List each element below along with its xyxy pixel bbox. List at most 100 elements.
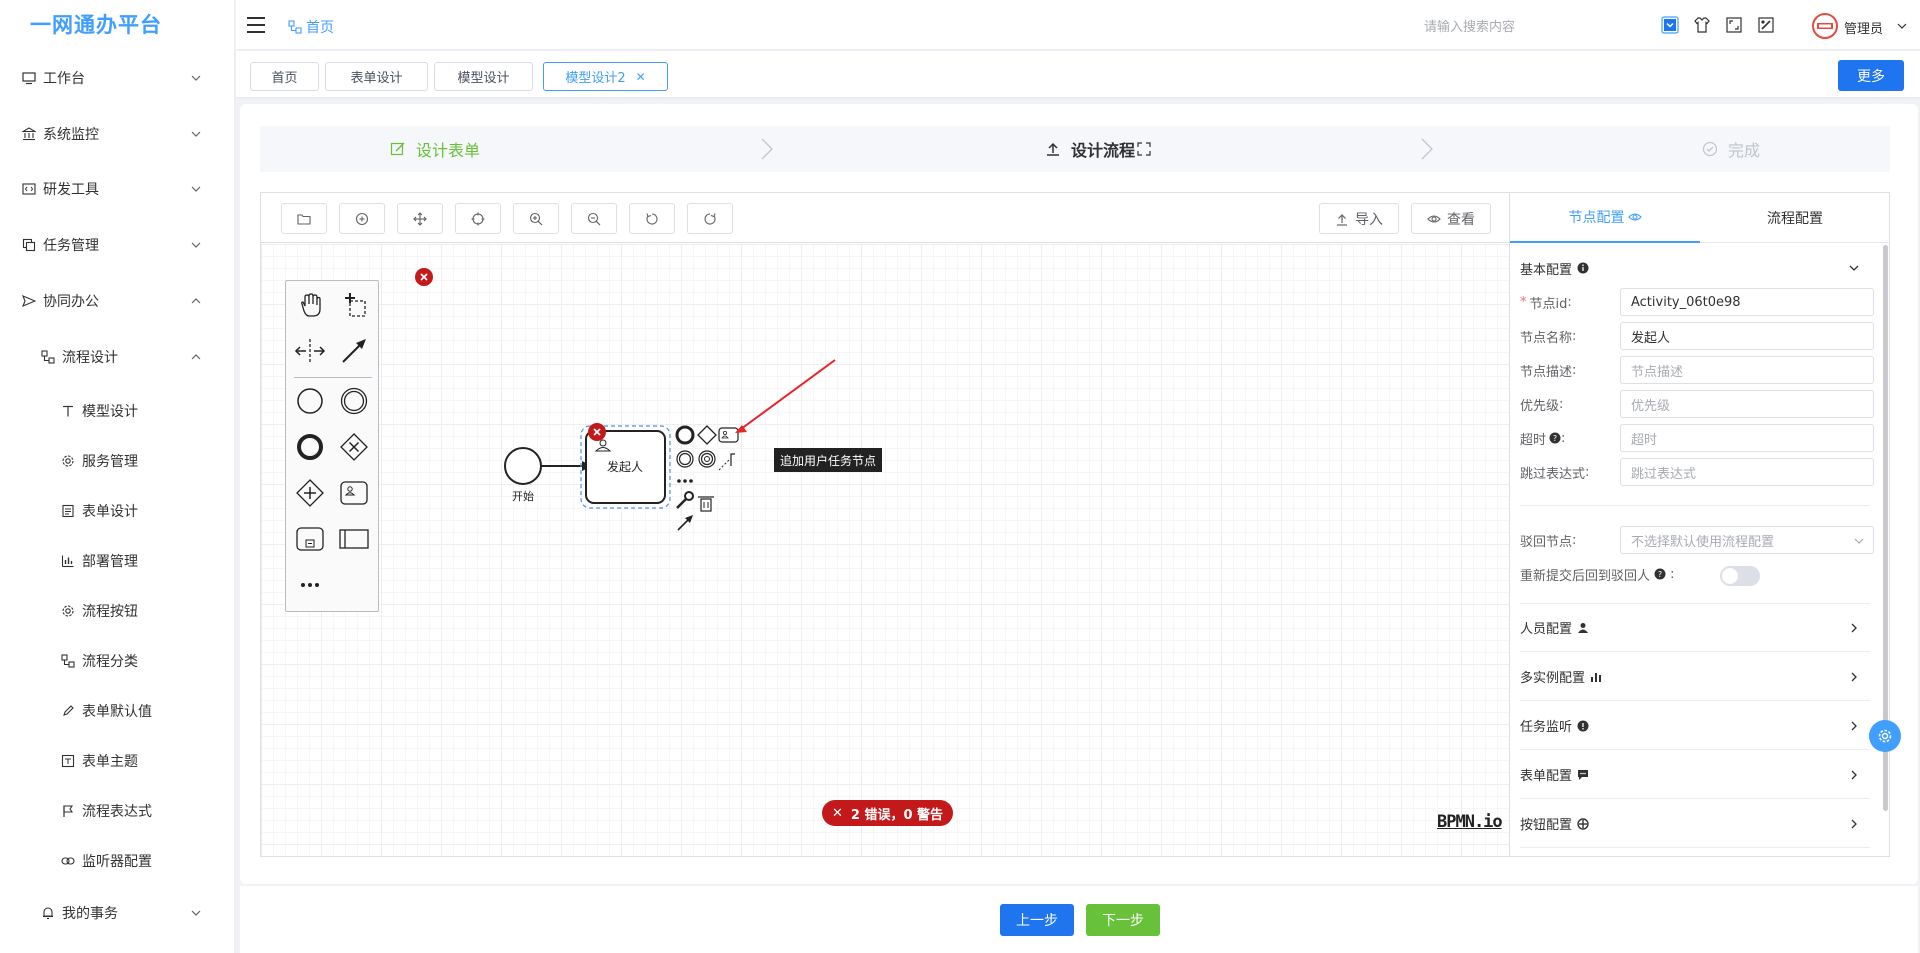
sidebar-item-devtools[interactable]: 研发工具	[0, 177, 234, 201]
fit-viewport-button[interactable]	[455, 203, 501, 234]
dropdown-box-icon[interactable]	[1661, 16, 1679, 34]
sidebar-item-service[interactable]: 服务管理	[0, 449, 234, 473]
step-design-form[interactable]: 设计表单	[390, 126, 480, 172]
search-input[interactable]: 请输入搜索内容	[1424, 16, 1515, 35]
append-intermediate-event-icon[interactable]	[676, 450, 694, 468]
section-form-config[interactable]: 表单配置	[1520, 751, 1870, 799]
bpmn-io-logo[interactable]: BPMN.io	[1437, 812, 1503, 832]
close-icon[interactable]: ✕	[636, 70, 646, 84]
settings-float-button[interactable]	[1869, 720, 1901, 752]
avatar[interactable]	[1812, 13, 1838, 39]
section-task-listener[interactable]: 任务监听	[1520, 702, 1870, 750]
tag-model-design[interactable]: 模型设计	[434, 62, 533, 91]
shirt-icon[interactable]	[1693, 16, 1711, 34]
section-multi-instance[interactable]: 多实例配置	[1520, 653, 1870, 701]
connect-icon[interactable]	[677, 515, 693, 531]
sidebar-item-my-affairs[interactable]: 我的事务	[0, 901, 234, 925]
zoom-in-button[interactable]	[513, 203, 559, 234]
trash-icon[interactable]	[698, 496, 714, 512]
priority-input[interactable]: 优先级	[1620, 390, 1874, 418]
size-tool-icon[interactable]	[1757, 16, 1775, 34]
append-end-event-icon[interactable]	[675, 425, 695, 445]
tag-model-design-2[interactable]: 模型设计2 ✕	[543, 62, 668, 91]
field-label: 重新提交后回到驳回人? :	[1520, 566, 1675, 584]
sidebar-item-label: 流程表达式	[82, 804, 152, 820]
sidebar-item-form-theme[interactable]: 表单主题	[0, 749, 234, 773]
annotation-icon[interactable]	[718, 453, 735, 471]
properties-panel: 节点配置 流程配置 基本配置 * 节点id: Activity_06t0e98 节…	[1510, 192, 1890, 857]
sidebar-item-form-design[interactable]: 表单设计	[0, 499, 234, 523]
append-boundary-event-icon[interactable]	[698, 450, 716, 468]
sidebar-item-flow-category[interactable]: 流程分类	[0, 649, 234, 673]
node-name-input[interactable]: 发起人	[1620, 322, 1874, 350]
redo-button[interactable]	[687, 203, 733, 234]
tab-flow-config[interactable]: 流程配置	[1700, 193, 1890, 243]
skip-expression-input[interactable]: 跳过表达式	[1620, 458, 1874, 486]
sidebar-item-collab[interactable]: 协同办公	[0, 289, 234, 313]
sidebar-item-workbench[interactable]: 工作台	[0, 66, 234, 90]
step-finish[interactable]: 完成	[1702, 126, 1760, 172]
wrench-icon[interactable]	[676, 491, 694, 509]
section-personnel[interactable]: 人员配置	[1520, 604, 1870, 652]
username[interactable]: 管理员	[1844, 18, 1883, 37]
node-id-input[interactable]: Activity_06t0e98	[1620, 288, 1874, 316]
sidebar-item-monitor[interactable]: 系统监控	[0, 122, 234, 146]
reject-node-select[interactable]: 不选择默认使用流程配置	[1620, 526, 1874, 554]
fullscreen-icon[interactable]	[1137, 142, 1151, 156]
question-icon[interactable]: ?	[1654, 568, 1666, 580]
sidebar-item-deploy[interactable]: 部署管理	[0, 549, 234, 573]
section-label: 按钮配置	[1520, 818, 1573, 833]
sidebar-item-model-design[interactable]: 模型设计	[0, 399, 234, 423]
view-button[interactable]: 查看	[1411, 203, 1491, 234]
more-options-icon[interactable]	[677, 479, 693, 483]
tab-node-config[interactable]: 节点配置	[1510, 193, 1700, 243]
bpmn-canvas[interactable]: 开始 发起人 追加用户任务节点 ✕ 2 错误，0 警告 BPMN.io	[261, 244, 1509, 856]
sidebar-item-flow-design[interactable]: 流程设计	[0, 345, 234, 369]
start-event[interactable]	[504, 447, 542, 485]
canvas-error-marker[interactable]	[415, 268, 433, 286]
import-button[interactable]: 导入	[1319, 203, 1399, 234]
tab-label: 流程配置	[1767, 211, 1823, 227]
section-basic[interactable]: 基本配置	[1520, 244, 1870, 292]
tag-form-design[interactable]: 表单设计	[325, 62, 428, 91]
next-step-button[interactable]: 下一步	[1086, 904, 1160, 936]
question-icon[interactable]: ?	[1549, 432, 1561, 444]
sidebar-item-flow-button[interactable]: 流程按钮	[0, 599, 234, 623]
tag-label: 首页	[271, 71, 298, 86]
chevron-down-icon[interactable]	[1896, 20, 1908, 32]
prev-step-button[interactable]: 上一步	[1000, 904, 1074, 936]
panel-tabs: 节点配置 流程配置	[1510, 193, 1890, 243]
move-canvas-button[interactable]	[397, 203, 443, 234]
field-skip-expression: 跳过表达式: 跳过表达式	[1520, 458, 1875, 486]
open-file-button[interactable]	[281, 203, 327, 234]
fullscreen-icon[interactable]	[1725, 16, 1743, 34]
sidebar-item-flow-expression[interactable]: 流程表达式	[0, 799, 234, 823]
sidebar-item-form-default[interactable]: 表单默认值	[0, 699, 234, 723]
section-button-config[interactable]: 按钮配置	[1520, 800, 1870, 848]
label-text: 节点名称	[1520, 330, 1573, 346]
gear-icon	[60, 453, 76, 469]
timeout-input[interactable]: 超时	[1620, 424, 1874, 452]
append-gateway-icon[interactable]	[697, 425, 717, 445]
lint-status-badge[interactable]: ✕ 2 错误，0 警告	[822, 800, 954, 826]
label-text: 跳过表达式	[1520, 466, 1586, 482]
resubmit-toggle[interactable]	[1720, 566, 1760, 586]
undo-button[interactable]	[629, 203, 675, 234]
more-button[interactable]: 更多	[1838, 60, 1904, 91]
tag-label: 表单设计	[350, 71, 403, 86]
breadcrumb-home[interactable]: 首页	[306, 17, 334, 37]
lint-status-text: 2 错误，0 警告	[850, 807, 944, 823]
step-design-flow[interactable]: 设计流程	[1045, 126, 1151, 172]
task-error-marker[interactable]	[588, 423, 606, 441]
sidebar-item-tasks[interactable]: 任务管理	[0, 233, 234, 257]
zoom-out-button[interactable]	[571, 203, 617, 234]
create-new-button[interactable]	[339, 203, 385, 234]
hamburger-icon[interactable]	[246, 16, 266, 34]
sidebar-item-listener[interactable]: 监听器配置	[0, 849, 234, 873]
app-logo: 一网通办平台	[30, 13, 162, 37]
breadcrumb[interactable]: 首页	[288, 17, 334, 37]
node-desc-input[interactable]: 节点描述	[1620, 356, 1874, 384]
append-user-task-icon[interactable]	[718, 427, 739, 443]
tag-home[interactable]: 首页	[250, 62, 319, 91]
sequence-flow[interactable]	[541, 461, 592, 471]
